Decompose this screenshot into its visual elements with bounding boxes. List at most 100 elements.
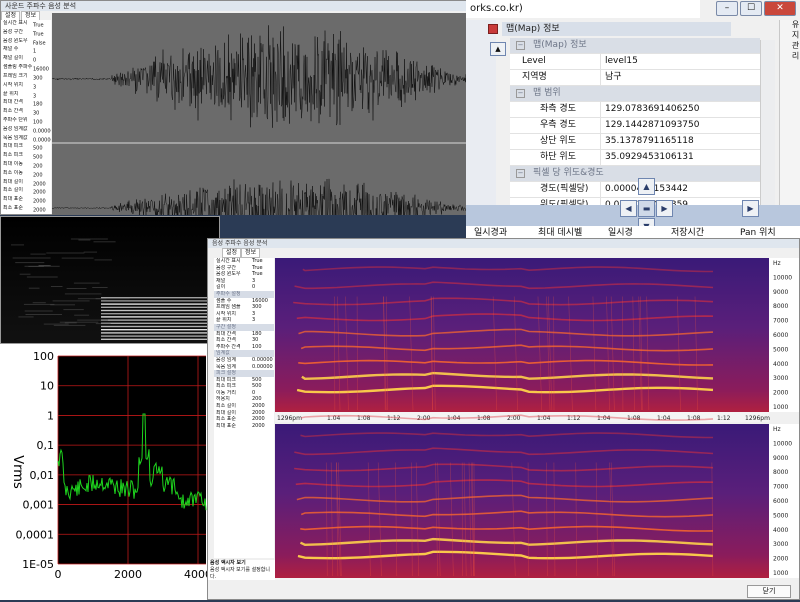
property-row[interactable]: 샘플링 주파수16000 [1, 64, 51, 73]
property-row[interactable]: 최대 표준2000 [1, 196, 51, 205]
property-row[interactable]: 지역명남구 [510, 70, 760, 86]
property-row[interactable]: 최대 간격180 [214, 331, 274, 338]
frequency-tick-label: Hz [773, 260, 781, 267]
pan-far-right-button[interactable]: ▶ [742, 200, 759, 217]
property-category[interactable]: 임계값 [214, 350, 274, 357]
property-row[interactable]: 끝 위치3 [1, 91, 51, 100]
property-row[interactable]: 최소 피크500 [1, 152, 51, 161]
property-row[interactable]: 시작 위치3 [1, 82, 51, 91]
property-category[interactable]: −맵(Map) 정보 [510, 38, 760, 54]
property-row[interactable]: 음성 구간True [1, 29, 51, 38]
property-row[interactable]: 프레임 크기300 [1, 73, 51, 82]
frequency-tick-label: 5000 [773, 512, 788, 519]
property-value: 2000 [252, 423, 265, 430]
property-row[interactable]: 실시간 표시True [214, 258, 274, 265]
maximize-button[interactable]: ☐ [740, 1, 762, 16]
frequency-tick-label: 9000 [773, 289, 788, 296]
property-row[interactable]: 주파수 단위100 [1, 117, 51, 126]
property-key: 임계값 [216, 350, 252, 357]
property-row[interactable]: 음성 구간True [214, 265, 274, 272]
property-key: 음성 구간 [3, 29, 33, 35]
property-row[interactable]: 최대 표준2000 [214, 423, 274, 430]
property-row[interactable]: 음성 윈도우True [214, 271, 274, 278]
spectrogram-properties-list: 실시간 표시True음성 구간True음성 윈도우True채널3길이0주파수 설… [214, 258, 274, 558]
window-controls: –☐✕ [714, 1, 796, 15]
property-value: 0.000000 [33, 128, 51, 134]
property-category[interactable]: −맵 범위 [510, 86, 760, 102]
property-row[interactable]: 최소 표준2000 [214, 416, 274, 423]
property-row[interactable]: 우측 경도129.1442871093750 [510, 118, 760, 134]
property-row[interactable]: 최대 길이2000 [214, 410, 274, 417]
property-row[interactable]: 최소 표준2000 [1, 205, 51, 214]
property-row[interactable]: 시작 위치3 [214, 311, 274, 318]
frequency-tick-label: 8000 [773, 469, 788, 476]
property-row[interactable]: 최소 간격30 [1, 108, 51, 117]
property-row[interactable]: 음성 임계값0.000000 [1, 126, 51, 135]
property-key: 채널 길이 [3, 55, 33, 61]
property-value: 2000 [33, 190, 46, 196]
property-row[interactable]: 주파수 간격100 [214, 344, 274, 351]
property-row[interactable]: 길이0 [214, 284, 274, 291]
frequency-tick-label: 8000 [773, 303, 788, 310]
property-row[interactable]: 좌측 경도129.0783691406250 [510, 102, 760, 118]
property-row[interactable]: 최소 길이2000 [214, 403, 274, 410]
up-arrow-icon[interactable]: ▲ [490, 42, 506, 56]
property-value: 16000 [33, 66, 49, 72]
property-row[interactable]: 최소 피크500 [214, 383, 274, 390]
property-row[interactable]: 묵음 임계0.00000 [214, 364, 274, 371]
property-row[interactable]: 상단 위도35.1378791165118 [510, 134, 760, 150]
property-row[interactable]: 묵음 임계값0.000000 [1, 135, 51, 144]
property-row[interactable]: 하단 위도35.0929453106131 [510, 150, 760, 166]
close-dialog-button[interactable]: 닫기 [747, 585, 791, 598]
property-category[interactable]: 피크 설정 [214, 370, 274, 377]
property-row[interactable]: 최대 간격180 [1, 99, 51, 108]
property-row[interactable]: 채널 길이0 [1, 55, 51, 64]
property-row[interactable]: 최소 길이2000 [1, 187, 51, 196]
property-row[interactable]: 이동 거리0 [214, 390, 274, 397]
category-label: 맵(Map) 정보 [533, 40, 587, 50]
close-panel-icon[interactable] [488, 24, 498, 34]
property-row[interactable]: 채널 수1 [1, 46, 51, 55]
property-row[interactable]: 최소 이동200 [1, 170, 51, 179]
property-category[interactable]: 주파수 설정 [214, 291, 274, 298]
pan-center-button[interactable]: ▬ [638, 200, 655, 217]
pan-up-button[interactable]: ▲ [638, 178, 655, 195]
property-key: 최소 표준 [3, 205, 33, 211]
property-key: 최대 길이 [3, 179, 33, 185]
noise-speck [78, 240, 90, 241]
spectrogram-tabs: 설정정보 [222, 248, 260, 258]
property-scrollbar[interactable] [760, 40, 775, 205]
minimize-button[interactable]: – [716, 1, 738, 16]
right-side-tab[interactable]: 유 지 관 리 [779, 20, 800, 210]
property-row[interactable]: 최대 피크500 [1, 143, 51, 152]
property-row[interactable]: 최대 피크500 [214, 377, 274, 384]
property-category[interactable]: 구간 설정 [214, 324, 274, 331]
property-row[interactable]: Levellevel15 [510, 54, 760, 70]
close-button[interactable]: ✕ [764, 1, 796, 16]
property-row[interactable]: 끝 위치3 [214, 317, 274, 324]
spectrogram-footer: 닫기 [208, 581, 799, 599]
property-row[interactable]: 최대 길이2000 [1, 179, 51, 188]
property-key: 시작 위치 [216, 311, 252, 318]
tab-settings[interactable]: 설정 [222, 248, 241, 258]
property-row[interactable]: 실시간 표시True [1, 20, 51, 29]
harmonic-band [101, 313, 219, 314]
spectrogram-panel-2: Hz10000900080007000600050004000300020001… [275, 415, 799, 580]
property-row[interactable]: 최소 간격30 [214, 337, 274, 344]
tab-info[interactable]: 정보 [241, 248, 260, 258]
property-row[interactable]: 최대 이동200 [1, 161, 51, 170]
collapse-icon[interactable]: − [516, 169, 525, 178]
property-row[interactable]: 채널3 [214, 278, 274, 285]
property-row[interactable]: 허용치200 [214, 396, 274, 403]
property-row[interactable]: 음성 윈도우False [1, 38, 51, 47]
y-tick-label: 1 [47, 409, 54, 422]
noise-speck [15, 262, 44, 263]
pan-right-button[interactable]: ▶ [656, 200, 673, 217]
property-row[interactable]: 음성 임계0.00000 [214, 357, 274, 364]
property-row[interactable]: 샘플 수16000 [214, 298, 274, 305]
pan-left-button[interactable]: ◀ [620, 200, 637, 217]
collapse-icon[interactable]: − [516, 89, 525, 98]
noise-speck [46, 253, 84, 254]
collapse-icon[interactable]: − [516, 41, 525, 50]
property-row[interactable]: 프레임 샘플300 [214, 304, 274, 311]
